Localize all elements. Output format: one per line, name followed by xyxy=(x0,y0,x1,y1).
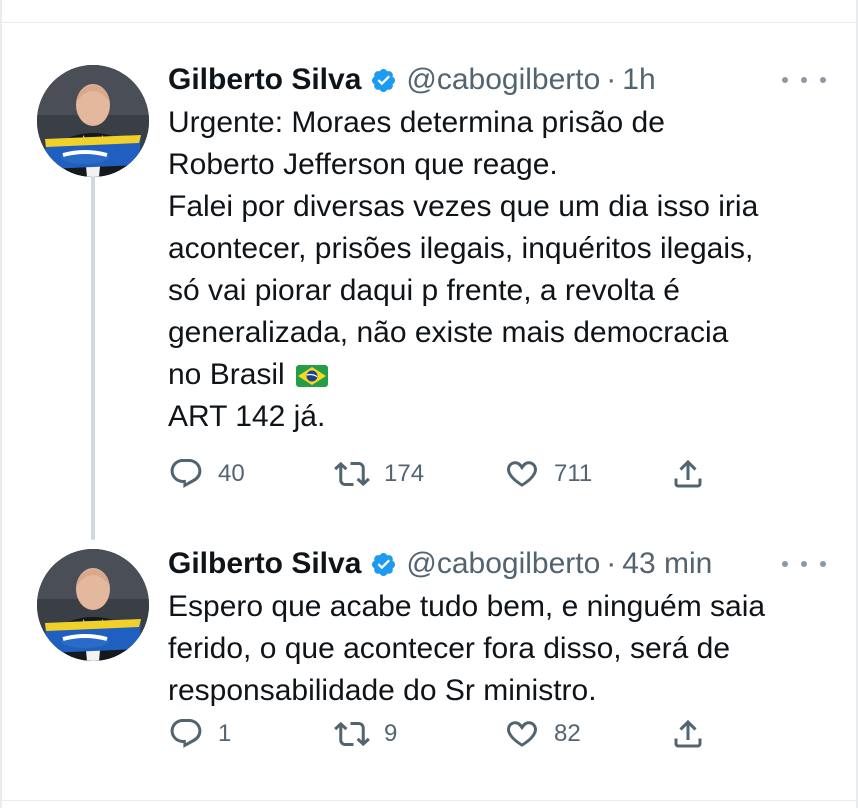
retweet-button[interactable]: 9 xyxy=(334,714,397,754)
retweet-button[interactable]: 174 xyxy=(334,454,424,494)
like-button[interactable]: 82 xyxy=(504,714,581,754)
reply-button[interactable]: 1 xyxy=(168,714,231,754)
top-divider xyxy=(0,22,858,23)
brazil-flag-icon xyxy=(295,365,328,388)
reply-button[interactable]: 40 xyxy=(168,454,245,494)
tweet-header: Gilberto Silva @cabogilberto · 43 min xyxy=(168,544,828,584)
tweet-text-line: generalizada, não existe mais democracia xyxy=(168,316,729,349)
author-name[interactable]: Gilberto Silva xyxy=(168,63,361,97)
verified-badge-icon xyxy=(372,552,396,576)
avatar[interactable] xyxy=(37,549,149,661)
thread-connector-line xyxy=(91,160,95,540)
retweet-icon xyxy=(334,721,370,747)
tweet-text-line-with-flag: no Brasil xyxy=(168,354,828,396)
tweet-text-line: Urgente: Moraes determina prisão de xyxy=(168,106,665,139)
author-handle[interactable]: @cabogilberto xyxy=(406,547,600,581)
retweet-count: 9 xyxy=(384,720,398,747)
tweet-actions: 40 174 711 xyxy=(168,454,728,494)
reply-icon xyxy=(170,719,202,748)
reply-count: 40 xyxy=(218,460,245,487)
author-name[interactable]: Gilberto Silva xyxy=(168,547,361,581)
verified-badge-icon xyxy=(372,68,396,92)
reply-count: 1 xyxy=(218,720,232,747)
tweet-text-line: Falei por diversas vezes que um dia isso… xyxy=(168,190,759,223)
tweet-text-line: Espero que acabe tudo bem, e ninguém sai… xyxy=(168,590,766,623)
like-count: 82 xyxy=(554,720,581,747)
timestamp[interactable]: 43 min xyxy=(622,547,712,581)
share-icon xyxy=(674,719,702,748)
author-handle[interactable]: @cabogilberto xyxy=(406,63,600,97)
share-icon xyxy=(674,459,702,488)
tweet-header: Gilberto Silva @cabogilberto · 1h xyxy=(168,60,828,100)
tweet-actions: 1 9 82 xyxy=(168,714,728,754)
tweet-text-line: Roberto Jefferson que reage. xyxy=(168,148,558,181)
tweet-text: Urgente: Moraes determina prisão de Robe… xyxy=(168,102,828,438)
more-dots-icon[interactable] xyxy=(782,552,826,576)
reply-icon xyxy=(170,459,202,488)
tweet-text: Espero que acabe tudo bem, e ninguém sai… xyxy=(168,586,828,712)
separator: · xyxy=(606,547,617,580)
bottom-divider xyxy=(0,800,858,801)
avatar[interactable] xyxy=(37,65,149,177)
tweet-text-line: ferido, o que acontecer fora disso, será… xyxy=(168,632,731,665)
retweet-icon xyxy=(334,461,370,487)
share-button[interactable] xyxy=(670,454,706,494)
tweet-text-fragment: no Brasil xyxy=(168,358,285,391)
more-dots-icon[interactable] xyxy=(782,68,826,92)
timestamp[interactable]: 1h xyxy=(622,63,655,97)
share-button[interactable] xyxy=(670,714,706,754)
like-button[interactable]: 711 xyxy=(504,454,592,494)
tweet-text-line: acontecer, prisões ilegais, inquéritos i… xyxy=(168,232,754,265)
like-count: 711 xyxy=(554,460,593,487)
tweet-text-line: só vai piorar daqui p frente, a revolta … xyxy=(168,274,680,307)
separator: · xyxy=(606,63,617,96)
retweet-count: 174 xyxy=(384,460,425,487)
tweet-text-line: responsabilidade do Sr ministro. xyxy=(168,674,597,707)
tweet-text-line: ART 142 já. xyxy=(168,400,326,433)
heart-icon xyxy=(506,461,538,487)
heart-icon xyxy=(506,721,538,747)
